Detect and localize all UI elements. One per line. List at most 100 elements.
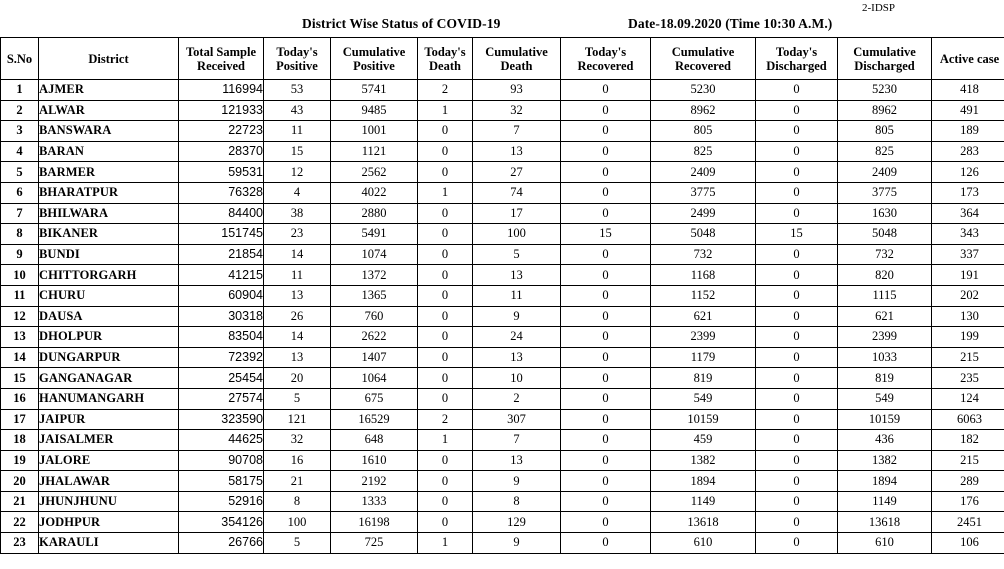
cell-cumulative-death: 27 xyxy=(472,161,561,183)
cell-sno: 14 xyxy=(0,346,39,369)
cell-todays-discharged: 0 xyxy=(755,429,838,451)
cell-sno: 23 xyxy=(0,532,39,554)
cell-todays-recovered: 0 xyxy=(560,449,651,472)
cell-district: BARAN xyxy=(38,140,179,163)
cell-todays-positive: 12 xyxy=(263,161,331,183)
cell-total-sample-received: 52916 xyxy=(178,490,264,513)
cell-todays-recovered: 0 xyxy=(560,346,651,369)
cell-district: BHILWARA xyxy=(38,202,179,225)
table-row: 5BARMER595311225620270240902409126367 xyxy=(0,161,1004,183)
cell-cumulative-discharged: 10159 xyxy=(837,408,932,431)
cell-active-case: 6063 xyxy=(931,408,1004,431)
cell-cumulative-recovered: 13618 xyxy=(650,511,756,534)
cell-todays-discharged: 0 xyxy=(755,181,838,204)
cell-cumulative-recovered: 1382 xyxy=(650,449,756,472)
cell-district: ALWAR xyxy=(38,99,179,122)
table-row: 1AJMER1169945357412930523005230418295 xyxy=(0,79,1004,101)
header-line-1: Cumulative xyxy=(853,44,916,59)
cell-cumulative-death: 7 xyxy=(472,120,561,142)
cell-todays-recovered: 0 xyxy=(560,161,651,183)
cell-todays-positive: 53 xyxy=(263,79,331,101)
cell-cumulative-death: 17 xyxy=(472,202,561,225)
cell-cumulative-positive: 1610 xyxy=(330,449,418,472)
cell-cumulative-positive: 1372 xyxy=(330,264,418,286)
cell-cumulative-recovered: 459 xyxy=(650,429,756,451)
cell-todays-recovered: 0 xyxy=(560,367,651,389)
cell-active-case: 215 xyxy=(931,449,1004,472)
cell-todays-death: 0 xyxy=(417,264,473,286)
cell-cumulative-recovered: 1168 xyxy=(650,264,756,286)
cell-todays-positive: 13 xyxy=(263,346,331,369)
column-header-todays-positive: Today's Positive xyxy=(263,37,331,80)
cell-todays-positive: 5 xyxy=(263,387,331,410)
cell-todays-recovered: 15 xyxy=(560,223,651,245)
table-row: 16HANUMANGARH2757456750205490549124120 xyxy=(0,387,1004,410)
cell-total-sample-received: 44625 xyxy=(178,429,264,451)
cell-sno: 12 xyxy=(0,305,39,328)
cell-cumulative-discharged: 8962 xyxy=(837,99,932,122)
cell-active-case: 491 xyxy=(931,99,1004,122)
table-row: 23KARAULI267665725190610061010659 xyxy=(0,532,1004,554)
cell-cumulative-recovered: 825 xyxy=(650,140,756,163)
cell-total-sample-received: 83504 xyxy=(178,326,264,348)
cell-active-case: 173 xyxy=(931,181,1004,204)
cell-todays-discharged: 0 xyxy=(755,326,838,348)
cell-todays-discharged: 0 xyxy=(755,99,838,122)
column-header-todays-recovered: Today's Recovered xyxy=(560,37,651,80)
cell-todays-recovered: 0 xyxy=(560,326,651,348)
cell-cumulative-positive: 5491 xyxy=(330,223,418,245)
cell-cumulative-death: 100 xyxy=(472,223,561,245)
cell-todays-positive: 8 xyxy=(263,490,331,513)
cell-cumulative-discharged: 1382 xyxy=(837,449,932,472)
cell-total-sample-received: 151745 xyxy=(178,223,264,245)
table-row: 9BUNDI21854141074050732073233725 xyxy=(0,243,1004,266)
cell-district: CHITTORGARH xyxy=(38,264,179,286)
cell-todays-positive: 32 xyxy=(263,429,331,451)
cell-cumulative-recovered: 805 xyxy=(650,120,756,142)
cell-active-case: 418 xyxy=(931,79,1004,101)
cell-todays-positive: 16 xyxy=(263,449,331,472)
cell-todays-discharged: 0 xyxy=(755,202,838,225)
cell-todays-death: 0 xyxy=(417,120,473,142)
cell-cumulative-death: 11 xyxy=(472,284,561,307)
cell-todays-death: 2 xyxy=(417,79,473,101)
cell-active-case: 182 xyxy=(931,429,1004,451)
cell-district: JHALAWAR xyxy=(38,470,179,492)
header-line-1: Today's xyxy=(775,44,818,59)
column-header-sno: S.No xyxy=(0,37,39,80)
cell-cumulative-death: 24 xyxy=(472,326,561,348)
cell-cumulative-positive: 1074 xyxy=(330,243,418,266)
cell-todays-discharged: 0 xyxy=(755,346,838,369)
cell-cumulative-discharged: 549 xyxy=(837,387,932,410)
cell-todays-positive: 11 xyxy=(263,264,331,286)
cell-cumulative-positive: 1001 xyxy=(330,120,418,142)
cell-sno: 2 xyxy=(0,99,39,122)
cell-todays-discharged: 0 xyxy=(755,470,838,492)
cell-district: DAUSA xyxy=(38,305,179,328)
cell-cumulative-positive: 2880 xyxy=(330,202,418,225)
cell-todays-death: 0 xyxy=(417,223,473,245)
header-line-1: Cumulative xyxy=(342,44,406,59)
header-line-2: Death xyxy=(500,58,533,73)
cell-todays-discharged: 0 xyxy=(755,532,838,554)
cell-todays-recovered: 0 xyxy=(560,284,651,307)
cell-todays-positive: 100 xyxy=(263,511,331,534)
table-row: 12DAUSA3031826760090621062113098 xyxy=(0,305,1004,328)
cell-todays-recovered: 0 xyxy=(560,532,651,554)
cell-todays-recovered: 0 xyxy=(560,305,651,328)
table-row: 18JAISALMER44625326481704590436182262 xyxy=(0,429,1004,451)
table-row: 22 JODHPUR 354126 100 16198 0 129 0 13618 0 13618 2… xyxy=(0,511,1004,534)
cell-active-case: 106 xyxy=(931,532,1004,554)
cell-cumulative-discharged: 1033 xyxy=(837,346,932,369)
table-header-row: S.No District Total Sample Received Toda… xyxy=(0,37,1004,80)
cell-todays-discharged: 0 xyxy=(755,284,838,307)
cell-cumulative-discharged: 819 xyxy=(837,367,932,389)
cell-cumulative-positive: 9485 xyxy=(330,99,418,122)
header-line-2: Recovered xyxy=(577,58,634,73)
cell-cumulative-death: 13 xyxy=(472,346,561,369)
cell-cumulative-positive: 2562 xyxy=(330,161,418,183)
cell-todays-death: 1 xyxy=(417,181,473,204)
cell-cumulative-discharged: 1630 xyxy=(837,202,932,225)
column-header-active-case: Active case xyxy=(931,37,1004,80)
cell-todays-death: 0 xyxy=(417,449,473,472)
